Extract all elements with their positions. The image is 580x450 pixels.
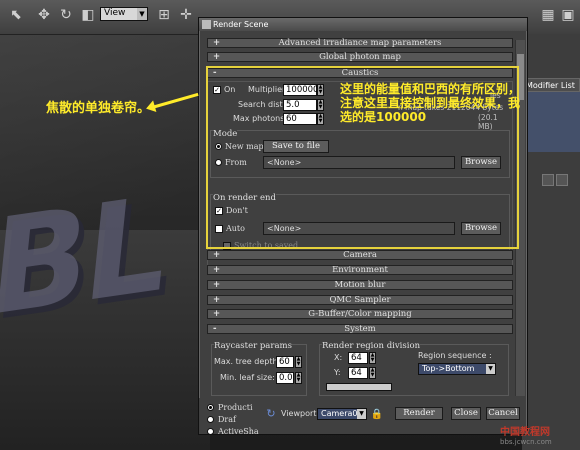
rollout-label: Camera — [343, 250, 377, 260]
view-select-label: View — [104, 8, 126, 18]
render-icon[interactable]: ▦ — [540, 7, 556, 23]
region-y-spinner[interactable]: ▲ ▼ — [369, 367, 376, 379]
raycaster-title: Raycaster params — [214, 341, 292, 351]
select-move-icon[interactable]: ✛ — [178, 7, 194, 23]
rollout-motion-blur[interactable]: + Motion blur — [207, 280, 513, 290]
scale-icon[interactable]: ◧ — [80, 7, 96, 23]
render-region-title: Render region division — [322, 341, 421, 351]
region-x-input[interactable]: 64 — [348, 352, 368, 364]
max-tree-depth-label: Max. tree depth: — [214, 357, 281, 366]
quick-render-icon[interactable]: ▣ — [560, 7, 576, 23]
viewport-label: Viewport: — [281, 409, 320, 418]
rollout-label: System — [344, 324, 376, 334]
draft-label: Draf — [218, 415, 236, 424]
pivot-icon[interactable]: ⊞ — [156, 7, 172, 23]
close-button[interactable]: Close — [451, 407, 481, 420]
dialog-titlebar[interactable]: Render Scene — [199, 18, 527, 31]
rollout-sign: - — [213, 324, 217, 334]
cancel-button[interactable]: Cancel — [486, 407, 520, 420]
modifier-list-dropdown[interactable]: Modifier List — [522, 78, 580, 92]
pin-stack-icon[interactable] — [542, 174, 554, 186]
region-x-label: X: — [334, 353, 343, 362]
render-region-group: Render region division X: 64 ▲ ▼ Y: 64 ▲ ▼… — [319, 341, 509, 396]
watermark-title: 中国教程网 — [500, 427, 550, 438]
watermark-url: bbs.jcwcn.com — [500, 438, 552, 446]
scene-3d-text: BL — [0, 165, 172, 347]
modifier-list-label: Modifier List — [526, 81, 575, 90]
rollout-label: G-Buffer/Color mapping — [308, 309, 412, 319]
region-sequence-select[interactable]: Top->Bottom ▼ — [418, 363, 496, 375]
rollout-sign: + — [213, 265, 221, 275]
annotation-left: 焦散的单独卷帘。 — [46, 101, 151, 116]
production-radio[interactable] — [207, 404, 214, 411]
move-icon[interactable]: ✥ — [36, 7, 52, 23]
min-leaf-size-label: Min. leaf size: — [220, 373, 275, 382]
lock-icon[interactable]: 🔒 — [369, 407, 385, 423]
rollout-sign: + — [213, 52, 221, 62]
select-icon[interactable]: ⬉ — [8, 7, 24, 23]
rollout-label: Advanced irradiance map parameters — [278, 38, 442, 48]
rollout-label: Global photon map — [319, 52, 401, 62]
viewport-select[interactable]: Camera01 ▼ — [317, 408, 367, 420]
rollout-camera[interactable]: + Camera — [207, 250, 513, 260]
dialog-title: Render Scene — [213, 20, 269, 29]
chevron-down-icon: ▼ — [486, 364, 495, 374]
rollout-qmc-sampler[interactable]: + QMC Sampler — [207, 295, 513, 305]
min-leaf-size-spinner[interactable]: ▲ ▼ — [295, 372, 302, 384]
max-tree-depth-spinner[interactable]: ▲ ▼ — [295, 356, 302, 368]
region-sequence-label: Region sequence : — [418, 351, 492, 360]
activeshade-radio[interactable] — [207, 428, 214, 435]
render-controls-bar: Producti Draf ActiveSha ↻ Viewport: Came… — [199, 398, 525, 436]
rollout-global-photon-map[interactable]: + Global photon map — [207, 52, 513, 62]
chevron-down-icon: ▼ — [137, 8, 147, 20]
app-icon — [202, 20, 211, 29]
raycaster-group: Raycaster params Max. tree depth: 60 ▲ ▼ … — [211, 341, 307, 396]
rollout-sign: + — [213, 38, 221, 48]
watermark: 中国教程网 bbs.jcwcn.com — [500, 423, 578, 449]
rollout-sign: + — [213, 250, 221, 260]
rotate-icon[interactable]: ↻ — [58, 7, 74, 23]
production-label: Producti — [218, 403, 253, 412]
rollout-system[interactable]: - System — [207, 324, 513, 334]
rollout-sign: + — [213, 295, 221, 305]
modifier-stack[interactable] — [522, 92, 580, 152]
rollout-label: Environment — [332, 265, 388, 275]
rollout-label: QMC Sampler — [329, 295, 391, 305]
activeshade-label: ActiveSha — [218, 427, 259, 436]
region-sequence-value: Top->Bottom — [422, 364, 475, 373]
rollout-advanced-irradiance[interactable]: + Advanced irradiance map parameters — [207, 38, 513, 48]
show-end-result-icon[interactable] — [556, 174, 568, 186]
region-y-input[interactable]: 64 — [348, 367, 368, 379]
rollout-label: Motion blur — [334, 280, 386, 290]
chevron-down-icon: ▼ — [357, 409, 366, 419]
annotation-right: 这里的能量值和巴西的有所区别，注意这里直接控制到最终效果，我选的是100000 — [340, 82, 521, 124]
rollout-environment[interactable]: + Environment — [207, 265, 513, 275]
reference-coordinate-select[interactable]: View ▼ — [100, 7, 148, 21]
rollout-sign: + — [213, 309, 221, 319]
rollout-sign: + — [213, 280, 221, 290]
draft-radio[interactable] — [207, 416, 214, 423]
rollout-gbuffer[interactable]: + G-Buffer/Color mapping — [207, 309, 513, 319]
max-tree-depth-input[interactable]: 60 — [276, 356, 294, 368]
command-panel: Modifier List — [522, 34, 580, 450]
swap-icon[interactable]: ↻ — [263, 406, 279, 422]
render-button[interactable]: Render — [395, 407, 443, 420]
region-x-spinner[interactable]: ▲ ▼ — [369, 352, 376, 364]
region-slider[interactable] — [326, 383, 392, 391]
region-y-label: Y: — [334, 368, 341, 377]
min-leaf-size-input[interactable]: 0.0 — [276, 372, 294, 384]
